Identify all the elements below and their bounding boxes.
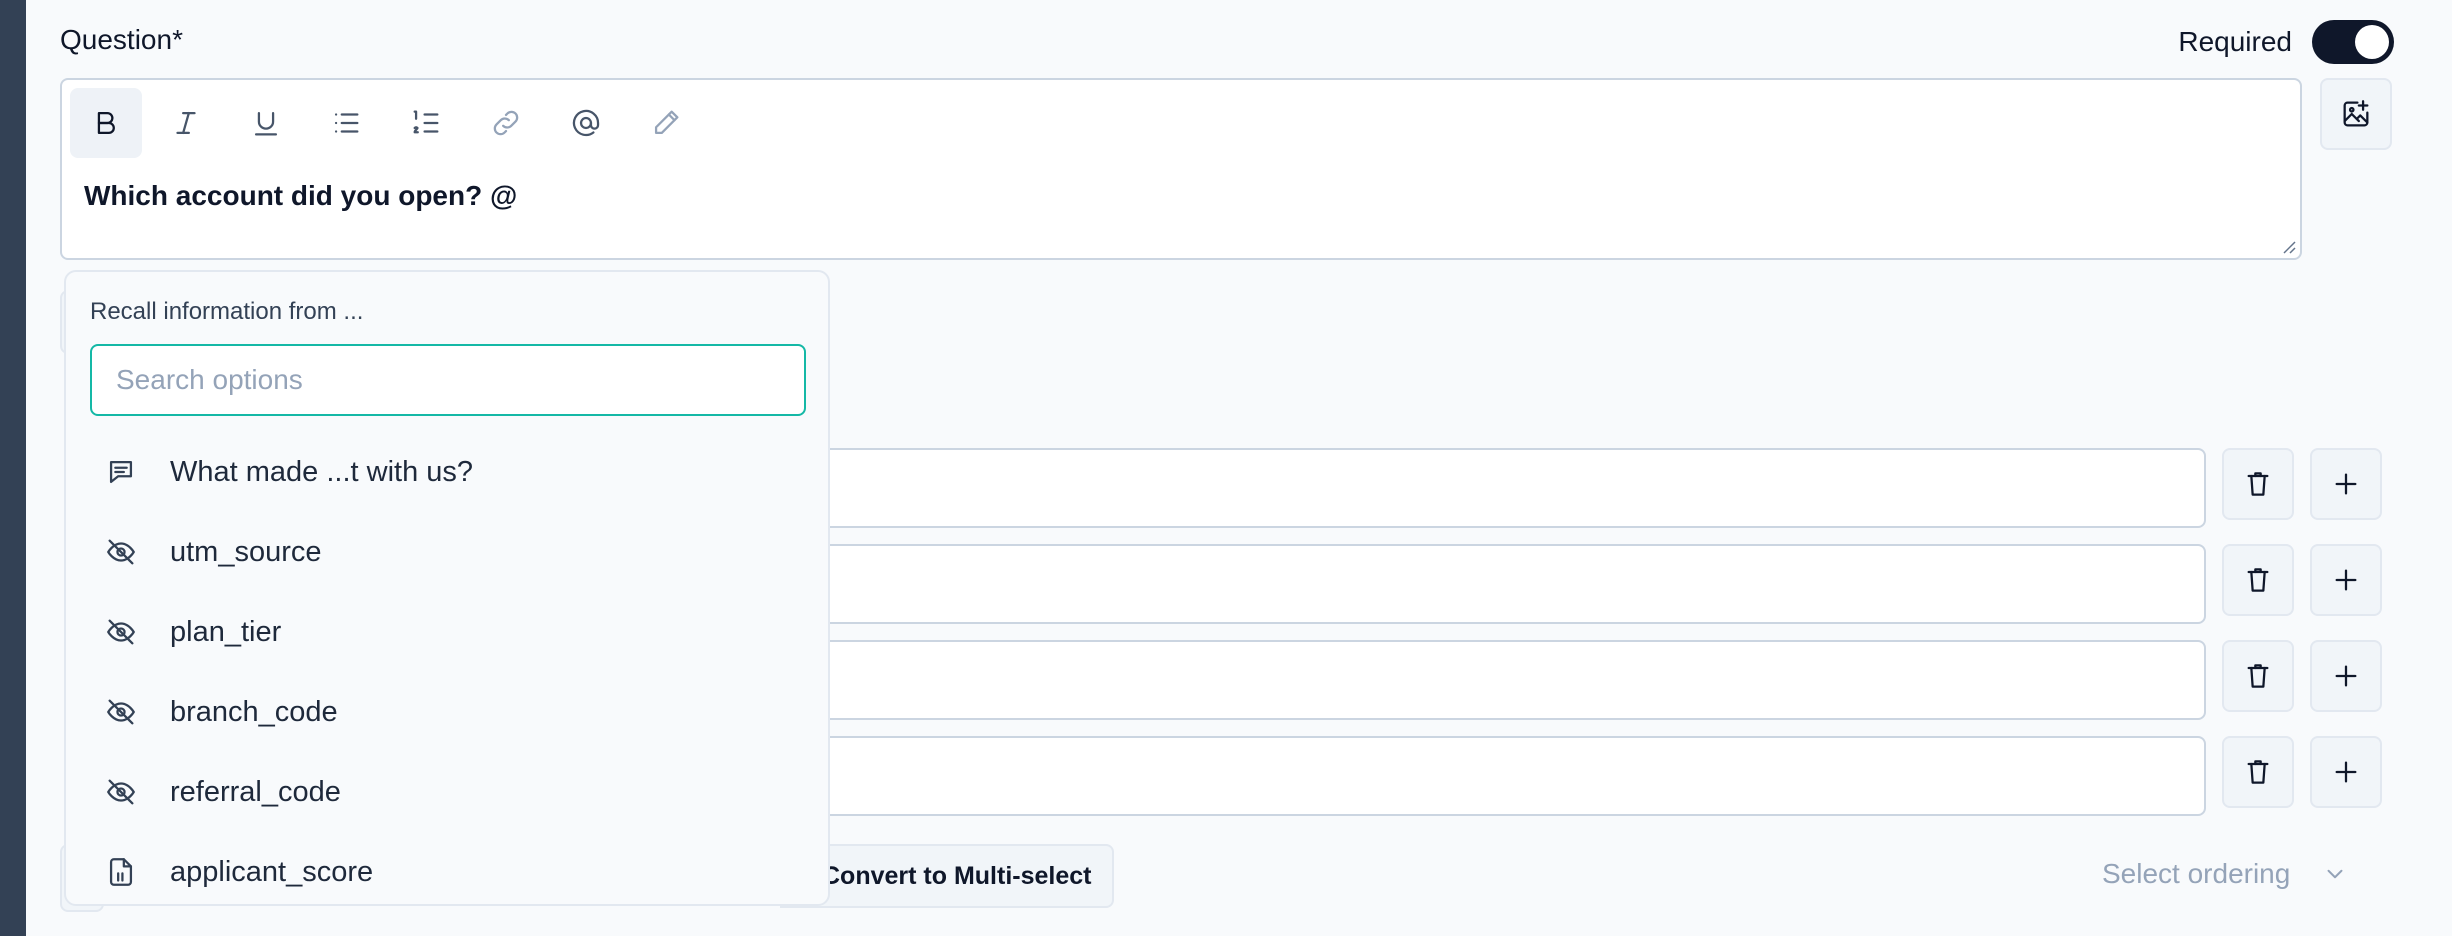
eye-off-icon: [104, 535, 138, 569]
italic-button[interactable]: [150, 88, 222, 158]
delete-option-button-1[interactable]: [2222, 448, 2294, 520]
recall-item-label: What made ...t with us?: [170, 455, 474, 488]
recall-title: Recall information from ...: [90, 298, 364, 325]
recall-item-label: utm_source: [170, 535, 322, 568]
mention-icon: [572, 109, 600, 137]
recall-item-3[interactable]: branch_code: [66, 672, 828, 752]
underline-icon: [254, 111, 278, 136]
add-option-button-3[interactable]: [2310, 640, 2382, 712]
delete-option-button-4[interactable]: [2222, 736, 2294, 808]
eye-off-icon: [104, 775, 138, 809]
question-text: Which account did you open? @: [84, 180, 518, 211]
eye-off-icon: [104, 615, 138, 649]
resize-handle-icon[interactable]: [2282, 240, 2296, 254]
delete-option-button-2[interactable]: [2222, 544, 2294, 616]
convert-to-multiselect-button[interactable]: Convert to Multi-select: [780, 844, 1114, 908]
recall-item-2[interactable]: plan_tier: [66, 592, 828, 672]
eye-off-icon: [104, 695, 138, 729]
option-input-3[interactable]: [780, 640, 2206, 720]
option-input-4[interactable]: [780, 736, 2206, 816]
recall-item-label: branch_code: [170, 695, 338, 728]
recall-item-label: applicant_score: [170, 855, 374, 888]
plus-icon: [2335, 665, 2357, 687]
underline-button[interactable]: [230, 88, 302, 158]
toggle-knob: [2355, 25, 2389, 59]
recall-search-input[interactable]: [90, 344, 806, 416]
recall-item-0[interactable]: What made ...t with us?: [66, 432, 828, 512]
pencil-icon: [654, 110, 679, 135]
required-toggle[interactable]: [2312, 20, 2394, 64]
recall-item-1[interactable]: utm_source: [66, 512, 828, 592]
recall-item-label: referral_code: [170, 775, 341, 808]
left-sidebar-edge: [0, 0, 26, 936]
delete-option-button-3[interactable]: [2222, 640, 2294, 712]
recall-item-label: plan_tier: [170, 615, 282, 648]
italic-icon: [176, 111, 196, 135]
option-input-1[interactable]: [780, 448, 2206, 528]
option-input-2[interactable]: [780, 544, 2206, 624]
question-editor[interactable]: Which account did you open? @: [60, 78, 2302, 260]
question-label: Question*: [60, 24, 183, 55]
numbered-list-icon: [413, 110, 439, 134]
trash-icon: [2247, 568, 2269, 592]
chevron-down-icon: [2327, 869, 2343, 879]
image-plus-icon: [2343, 100, 2369, 127]
ordering-placeholder: Select ordering: [2102, 858, 2291, 889]
pencil-button[interactable]: [630, 88, 702, 158]
trash-icon: [2247, 472, 2269, 496]
editor-toolbar: [70, 88, 702, 158]
message-icon: [104, 455, 138, 489]
recall-dropdown: Recall information from ... What made ..…: [64, 270, 830, 906]
add-option-button-4[interactable]: [2310, 736, 2382, 808]
trash-icon: [2247, 760, 2269, 784]
plus-icon: [2335, 569, 2357, 591]
plus-icon: [2335, 473, 2357, 495]
add-image-button[interactable]: [2320, 78, 2392, 150]
trash-icon: [2247, 664, 2269, 688]
link-icon: [493, 110, 519, 136]
mention-button[interactable]: [550, 88, 622, 158]
required-label: Required: [2178, 26, 2292, 57]
link-button[interactable]: [470, 88, 542, 158]
bullet-list-icon: [334, 113, 359, 133]
required-control: Required: [2178, 20, 2394, 64]
numbered-list-button[interactable]: [390, 88, 462, 158]
bullet-list-button[interactable]: [310, 88, 382, 158]
plus-icon: [2335, 761, 2357, 783]
recall-item-4[interactable]: referral_code: [66, 752, 828, 832]
add-option-button-2[interactable]: [2310, 544, 2382, 616]
recall-item-5[interactable]: applicant_score: [66, 832, 828, 904]
add-option-button-1[interactable]: [2310, 448, 2382, 520]
bold-icon: [97, 111, 115, 135]
ordering-select[interactable]: Select ordering: [2102, 858, 2348, 890]
file-number-icon: [104, 855, 138, 889]
bold-button[interactable]: [70, 88, 142, 158]
